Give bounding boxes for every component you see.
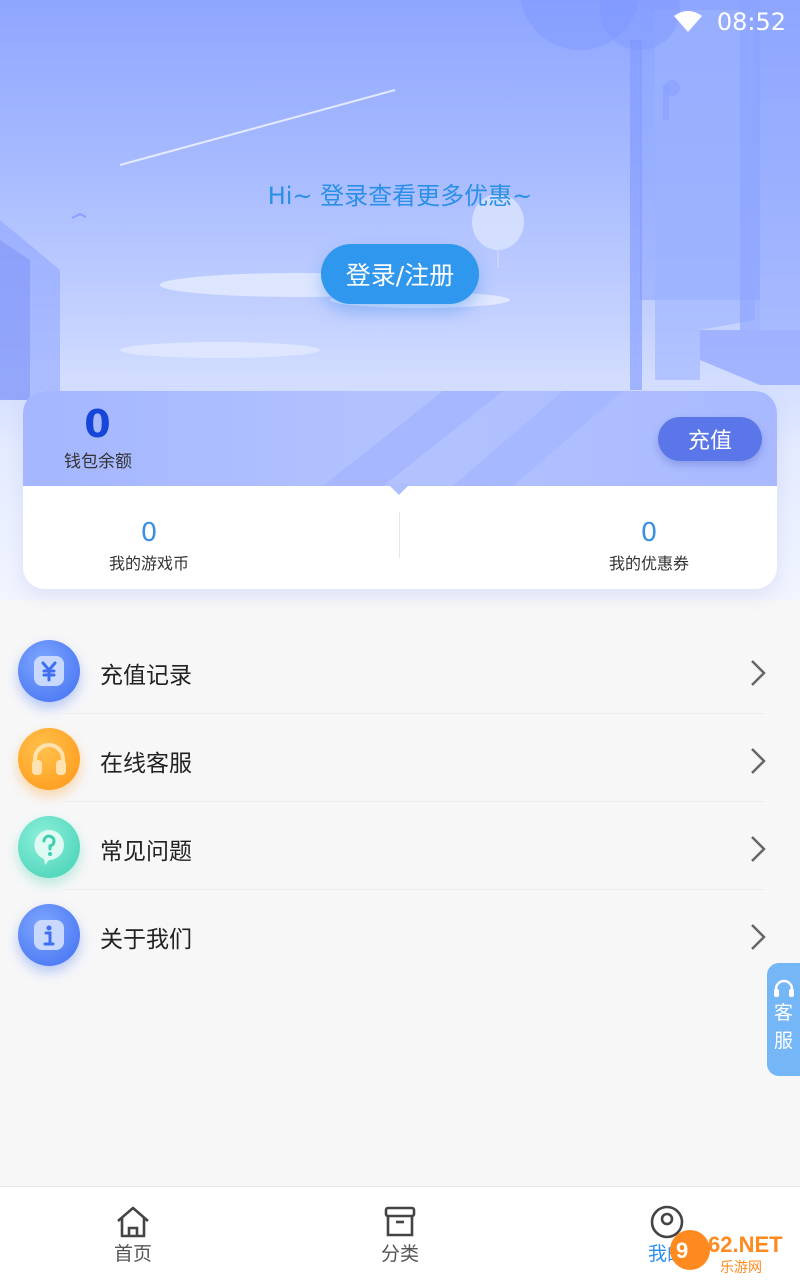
- chevron-right-icon: [751, 836, 766, 862]
- login-register-button[interactable]: 登录/注册: [321, 244, 479, 304]
- menu-separator: [65, 801, 765, 802]
- status-time: 08:52: [716, 8, 786, 36]
- game-coins-stat[interactable]: 0 我的游戏币: [49, 518, 249, 574]
- wifi-icon: [673, 11, 702, 32]
- float-service-label-1: 客: [773, 1002, 793, 1024]
- wallet-balance-label: 钱包余额: [64, 452, 132, 472]
- menu-label: 在线客服: [100, 751, 192, 777]
- menu-separator: [65, 713, 765, 714]
- chevron-right-icon: [751, 924, 766, 950]
- menu-label: 常见问题: [100, 839, 192, 865]
- question-bubble-icon: [18, 816, 80, 878]
- card-notch: [387, 483, 411, 495]
- nav-home-label: 首页: [113, 1243, 152, 1265]
- home-icon: [117, 1206, 149, 1238]
- svg-text:9: 9: [676, 1238, 688, 1263]
- menu-item-recharge-history[interactable]: 充值记录: [0, 630, 800, 718]
- yen-icon: [18, 640, 80, 702]
- nav-category[interactable]: 分类: [340, 1205, 460, 1266]
- nav-home[interactable]: 首页: [73, 1205, 193, 1266]
- status-bar: 08:52: [0, 0, 800, 44]
- recharge-button[interactable]: 充值: [658, 417, 762, 461]
- info-icon: [18, 904, 80, 966]
- menu-item-about-us[interactable]: 关于我们: [0, 894, 800, 982]
- svg-text:乐游网: 乐游网: [720, 1260, 762, 1276]
- headset-icon: [773, 979, 794, 997]
- wallet-balance-value: 0: [84, 402, 111, 446]
- menu-item-faq[interactable]: 常见问题: [0, 806, 800, 894]
- chevron-right-icon: [751, 748, 766, 774]
- float-service-label-2: 服: [773, 1030, 793, 1052]
- nav-category-label: 分类: [380, 1243, 419, 1265]
- menu-separator: [65, 889, 765, 890]
- game-coins-label: 我的游戏币: [108, 554, 189, 573]
- menu-item-online-service[interactable]: 在线客服: [0, 718, 800, 806]
- chevron-right-icon: [751, 660, 766, 686]
- svg-text:62.NET: 62.NET: [708, 1232, 783, 1257]
- coupons-label: 我的优惠券: [608, 554, 689, 573]
- category-box-icon: [384, 1206, 416, 1237]
- coupons-stat[interactable]: 0 我的优惠券: [549, 518, 749, 574]
- watermark-logo: 9 62.NET 乐游网: [670, 1230, 783, 1276]
- headphones-icon: [18, 728, 80, 790]
- menu-label: 关于我们: [100, 927, 192, 953]
- coupons-value: 0: [640, 518, 658, 548]
- stat-divider: [399, 512, 400, 558]
- login-prompt-text: Hi~ 登录查看更多优惠~: [267, 182, 533, 210]
- menu-label: 充值记录: [100, 663, 192, 689]
- floating-customer-service-button[interactable]: 客 服: [767, 963, 800, 1076]
- game-coins-value: 0: [140, 518, 158, 548]
